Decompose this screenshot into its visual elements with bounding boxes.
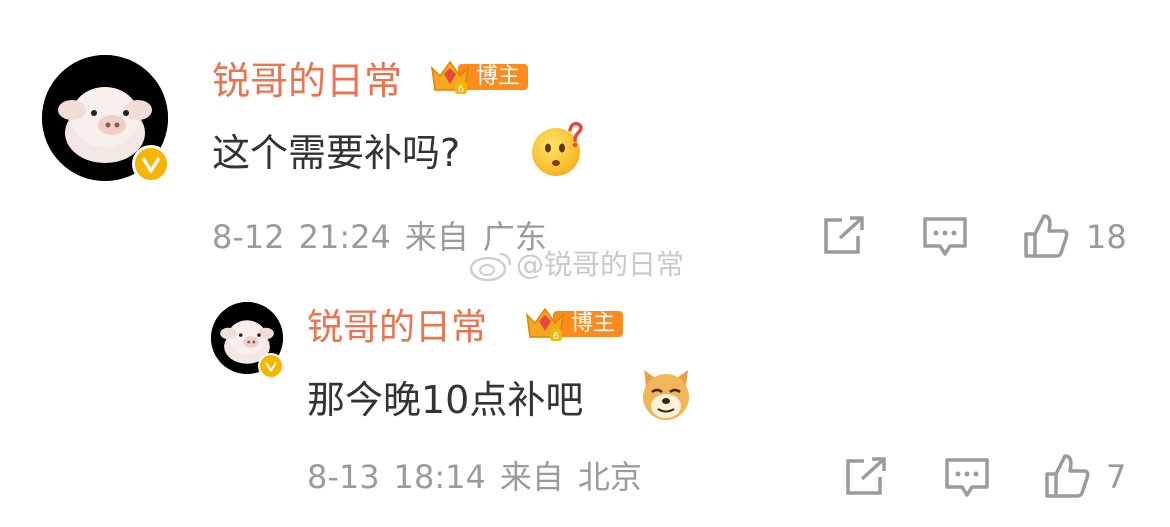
- badge-level: 6: [553, 331, 559, 342]
- reply-username[interactable]: 锐哥的日常: [307, 310, 487, 346]
- comment-time: 21:24: [298, 218, 391, 256]
- from-label: 来自: [499, 458, 564, 496]
- like-count: 7: [1106, 458, 1127, 496]
- verified-badge-icon: [132, 145, 170, 183]
- watermark-text: @锐哥的日常: [516, 248, 685, 281]
- reply-text: 那今晚10点补吧: [307, 378, 584, 422]
- reply-time: 18:14: [393, 458, 486, 496]
- comment-icon[interactable]: [944, 457, 990, 499]
- blogger-badge: 6 博主: [523, 307, 624, 342]
- from-label: 来自: [404, 218, 469, 256]
- location: 北京: [577, 458, 642, 496]
- like-icon[interactable]: [1043, 452, 1091, 500]
- reply-date: 8-13: [307, 458, 380, 496]
- verified-badge-icon: [258, 353, 284, 379]
- badge-level: 6: [458, 84, 464, 95]
- crown-level-icon: 6: [430, 60, 470, 95]
- weibo-watermark: @锐哥的日常: [468, 248, 684, 282]
- comment-text: 这个需要补吗?: [212, 131, 461, 175]
- reply-meta: 8-13 18:14 来自 北京: [307, 461, 656, 493]
- weibo-logo-icon: [469, 252, 512, 282]
- like-icon[interactable]: [1022, 212, 1070, 260]
- username[interactable]: 锐哥的日常: [212, 62, 402, 100]
- like-count: 18: [1086, 218, 1127, 256]
- doge-emoji: [638, 366, 694, 422]
- comment-date: 8-12: [212, 218, 285, 256]
- crown-level-icon: 6: [525, 307, 565, 342]
- repost-icon[interactable]: [844, 457, 888, 497]
- confused-face-emoji: [530, 120, 586, 178]
- repost-icon[interactable]: [822, 216, 866, 256]
- comment-icon[interactable]: [922, 216, 968, 258]
- blogger-badge: 6 博主: [428, 60, 529, 95]
